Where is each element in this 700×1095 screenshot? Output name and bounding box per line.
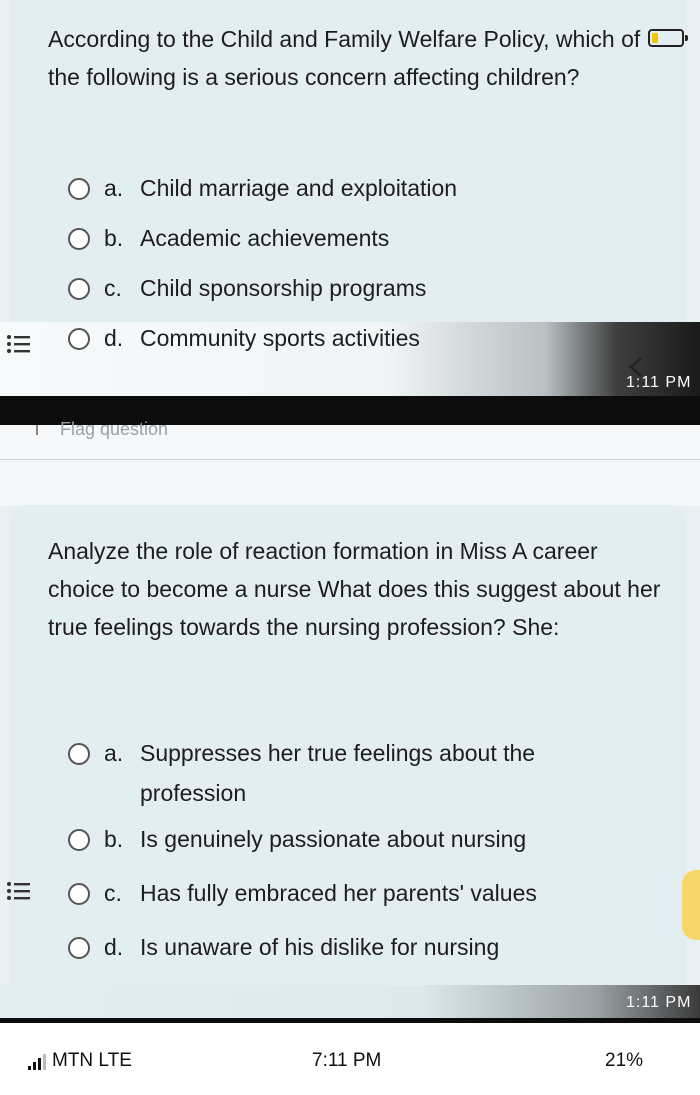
status-bar: MTN LTE 7:11 PM 21%: [0, 1023, 700, 1095]
option-1b[interactable]: b. Academic achievements: [68, 218, 610, 258]
option-2b[interactable]: b. Is genuinely passionate about nursing: [68, 819, 610, 859]
option-1c[interactable]: c. Child sponsorship programs: [68, 268, 610, 308]
option-letter: b.: [104, 225, 124, 251]
question-1-text: According to the Child and Family Welfar…: [48, 26, 641, 90]
message-timestamp: 1:11 PM: [626, 374, 692, 391]
option-1d[interactable]: d. Community sports activities: [68, 318, 610, 358]
option-1a[interactable]: a. Child marriage and exploitation: [68, 168, 610, 208]
option-label: Child marriage and exploitation: [140, 175, 458, 201]
status-time: 7:11 PM: [312, 1050, 382, 1071]
option-label: Community sports activities: [140, 325, 420, 351]
flag-icon: [36, 425, 38, 435]
battery-icon: [648, 29, 684, 47]
option-label: Suppresses her true feelings about the p…: [140, 740, 536, 806]
radio-icon[interactable]: [68, 328, 90, 350]
spacer: [0, 460, 700, 506]
option-letter: d.: [104, 934, 124, 960]
radio-icon[interactable]: [68, 228, 90, 250]
carrier-label: MTN LTE: [52, 1050, 132, 1071]
flag-question-label[interactable]: Flag question: [60, 419, 168, 440]
message-timestamp: 1:11 PM: [626, 994, 692, 1011]
list-icon[interactable]: [6, 333, 32, 355]
question-card-2: Analyze the role of reaction formation i…: [10, 505, 686, 1005]
option-label: Child sponsorship programs: [140, 275, 427, 301]
option-label: Is genuinely passionate about nursing: [140, 826, 527, 852]
option-letter: a.: [104, 740, 124, 766]
battery-level: [652, 33, 658, 43]
option-label: Is unaware of his dislike for nursing: [140, 934, 500, 960]
radio-icon[interactable]: [68, 829, 90, 851]
side-tab[interactable]: [682, 870, 700, 940]
list-icon[interactable]: [6, 880, 32, 902]
option-label: Has fully embraced her parents' values: [140, 880, 537, 906]
option-letter: a.: [104, 175, 124, 201]
radio-icon[interactable]: [68, 743, 90, 765]
battery-tip: [685, 35, 688, 41]
question-2-text: Analyze the role of reaction formation i…: [48, 538, 661, 640]
flag-question[interactable]: Flag question: [0, 419, 700, 460]
option-2d[interactable]: d. Is unaware of his dislike for nursing: [68, 927, 610, 967]
battery-percent: 21%: [605, 1050, 644, 1071]
option-letter: c.: [104, 880, 122, 906]
option-label: Academic achievements: [140, 225, 390, 251]
option-letter: d.: [104, 325, 124, 351]
option-letter: c.: [104, 275, 122, 301]
radio-icon[interactable]: [68, 883, 90, 905]
radio-icon[interactable]: [68, 937, 90, 959]
option-2a[interactable]: a. Suppresses her true feelings about th…: [68, 733, 620, 813]
radio-icon[interactable]: [68, 278, 90, 300]
radio-icon[interactable]: [68, 178, 90, 200]
option-letter: b.: [104, 826, 124, 852]
signal-icon: [28, 1054, 46, 1070]
option-2c[interactable]: c. Has fully embraced her parents' value…: [68, 873, 610, 913]
